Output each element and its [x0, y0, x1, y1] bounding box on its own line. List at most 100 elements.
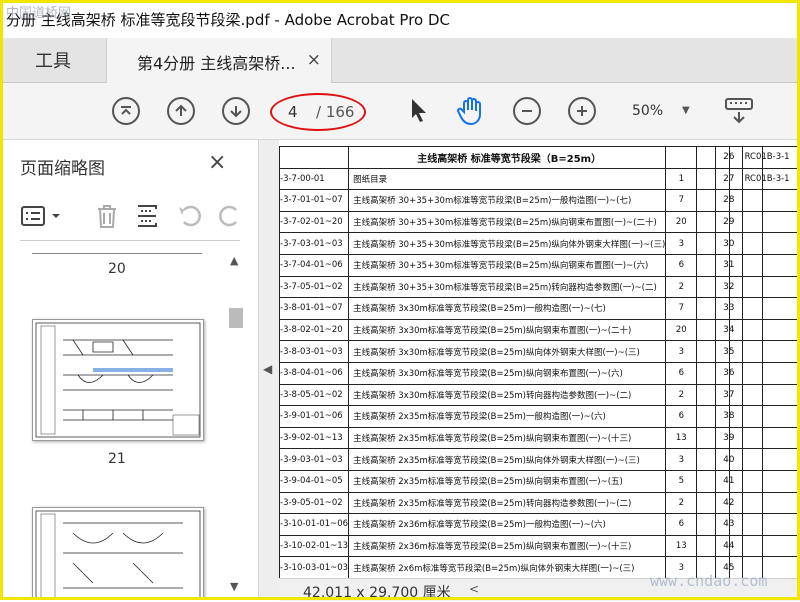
panel-splitter[interactable]: ◀ — [259, 140, 279, 600]
row-sheet-count: 6 — [665, 361, 698, 385]
row-code: -3-8-02-01~20 — [279, 318, 350, 342]
next-page-button[interactable] — [220, 95, 252, 127]
row-number: 39 — [715, 426, 743, 450]
table-row: -3-7-02-01~20 主线高架桥 30+35+30m标准等宽节段梁(B=25… — [279, 210, 764, 234]
collapse-panel-icon[interactable]: ◀ — [263, 362, 272, 376]
page-dimensions: 42.011 x 29.700 厘米 — [303, 585, 451, 601]
row-title: 主线高架桥 2x6m标准等宽节段梁(B=25m)纵向体外钢束大样图(一)~(三) — [348, 556, 667, 578]
drawing-preview-image — [35, 322, 201, 438]
title-bar: 分册 主线高架桥 标准等宽段节段梁.pdf - Adobe Acrobat Pr… — [0, 0, 800, 38]
scroll-down-icon[interactable]: ▼ — [230, 580, 238, 593]
table-row: -3-7-05-01~02 主线高架桥 30+35+30m标准等宽节段梁(B=25… — [279, 275, 764, 299]
tab-document[interactable]: 第4分册 主线高架桥... × — [106, 38, 332, 83]
thumbnails-panel: 页面缩略图 × 20 21 ▲ ▼ — [0, 140, 259, 600]
row-code: -3-10-01-01~06 — [279, 513, 350, 536]
row-code: -3-9-04-01~05 — [279, 469, 350, 493]
page-thumbnail-22[interactable] — [32, 507, 204, 600]
window-title: 分册 主线高架桥 标准等宽段节段梁.pdf - Adobe Acrobat Pr… — [6, 11, 451, 29]
table-row: 30 — [715, 232, 800, 255]
zoom-in-button[interactable] — [566, 95, 598, 127]
table-row: -3-8-05-01~02 主线高架桥 3x30m标准等宽节段梁(B=25m)转向… — [279, 383, 764, 407]
row-code — [741, 210, 800, 234]
row-number: 30 — [715, 232, 743, 255]
row-code: -3-8-05-01~02 — [279, 383, 350, 407]
scroll-left-icon[interactable]: < — [469, 582, 479, 596]
current-page-input[interactable]: 4 — [288, 103, 298, 121]
row-sheet-count: 3 — [665, 448, 698, 471]
row-sheet-count: 20 — [665, 210, 698, 234]
table-row: 29 — [715, 210, 800, 234]
row-code: -3-10-02-01~13 — [279, 534, 350, 558]
table-row: 42 — [715, 491, 800, 515]
row-title: 图纸目录 — [348, 167, 667, 191]
previous-page-button[interactable] — [165, 95, 197, 127]
row-title: 主线高架桥 30+35+30m标准等宽节段梁(B=25m)纵向体外钢束大样图(一… — [348, 232, 667, 255]
close-tab-icon[interactable]: × — [307, 50, 321, 70]
row-number: 36 — [715, 361, 743, 385]
chevron-down-icon[interactable]: ▼ — [682, 105, 690, 116]
row-title: 主线高架桥 2x35m标准等宽节段梁(B=25m)纵向钢束布置图(一)~(十三) — [348, 426, 667, 450]
row-sheet-count: 13 — [665, 534, 698, 558]
trash-icon[interactable] — [94, 202, 120, 230]
select-tool-button[interactable] — [404, 95, 436, 127]
row-sheet-count: 1 — [665, 167, 698, 191]
row-number: 31 — [715, 253, 743, 277]
table-header-row: 主线高架桥 标准等宽节段梁（B=25m） — [279, 146, 764, 169]
thumbnail-scrollbar[interactable]: ▲ ▼ — [228, 252, 244, 597]
page-number-field[interactable]: 4 / 166 — [270, 93, 366, 131]
row-code — [741, 513, 800, 536]
drawing-index-table-right: 26 RC01B-3-1 27 RC01B-3-1 28 29 30 31 32 33 34 35 36… — [715, 146, 800, 578]
row-code: -3-7-01-01~07 — [279, 189, 350, 212]
scrollbar-thumb[interactable] — [229, 308, 243, 328]
row-code — [741, 340, 800, 363]
row-sheet-count: 6 — [665, 405, 698, 428]
row-code — [741, 275, 800, 299]
zoom-out-button[interactable] — [511, 95, 543, 127]
row-sheet-count: 7 — [665, 297, 698, 320]
thumbnail-list: 20 21 — [0, 241, 226, 600]
row-sheet-count: 2 — [665, 275, 698, 299]
row-number: 35 — [715, 340, 743, 363]
row-code: -3-9-03-01~03 — [279, 448, 350, 471]
previous-page-edge — [32, 253, 202, 254]
options-menu-icon[interactable] — [20, 204, 64, 228]
row-code: -3-7-02-01~20 — [279, 210, 350, 234]
tab-tools[interactable]: 工具 — [0, 38, 106, 82]
hand-tool-button[interactable] — [455, 95, 487, 127]
row-sheet-count: 6 — [665, 513, 698, 536]
table-row: 27 RC01B-3-1 — [715, 167, 800, 191]
row-code — [741, 318, 800, 342]
row-code — [741, 189, 800, 212]
row-code: -3-9-02-01~13 — [279, 426, 350, 450]
row-code — [741, 383, 800, 407]
row-number: 41 — [715, 469, 743, 493]
table-row: 39 — [715, 426, 800, 450]
scroll-up-icon[interactable]: ▲ — [230, 254, 238, 267]
keyboard-scroll-button[interactable] — [724, 95, 756, 127]
table-row: -3-10-01-01~06 主线高架桥 2x36m标准等宽节段梁(B=25m)一… — [279, 513, 764, 536]
arrow-up-icon — [167, 97, 195, 125]
row-code: -3-8-01-01~07 — [279, 297, 350, 320]
keyboard-icon — [725, 98, 753, 124]
page-thumbnail-21[interactable] — [32, 319, 204, 441]
row-code: -3-7-00-01 — [279, 167, 350, 191]
rotate-left-icon[interactable] — [176, 202, 204, 230]
total-pages-label: / 166 — [316, 103, 355, 121]
document-view[interactable]: 主线高架桥 标准等宽节段梁（B=25m） -3-7-00-01 图纸目录 1 -3-7… — [279, 140, 800, 578]
row-sheet-count: 20 — [665, 318, 698, 342]
zoom-level[interactable]: 50% — [632, 103, 663, 119]
first-page-button[interactable] — [110, 95, 142, 127]
table-row: -3-9-04-01~05 主线高架桥 2x35m标准等宽节段梁(B=25m)纵向… — [279, 469, 764, 493]
drawing-preview-image — [35, 510, 201, 600]
table-title: 主线高架桥 标准等宽节段梁（B=25m） — [348, 146, 667, 169]
table-row: -3-9-05-01~02 主线高架桥 2x35m标准等宽节段梁(B=25m)转向… — [279, 491, 764, 515]
row-title: 主线高架桥 3x30m标准等宽节段梁(B=25m)一般构造图(一)~(七) — [348, 297, 667, 320]
row-number: 28 — [715, 189, 743, 212]
table-row: -3-7-03-01~03 主线高架桥 30+35+30m标准等宽节段梁(B=25… — [279, 232, 764, 255]
extract-pages-icon[interactable] — [134, 202, 160, 230]
rotate-right-icon[interactable] — [216, 202, 244, 230]
row-title: 主线高架桥 3x30m标准等宽节段梁(B=25m)转向器构造参数图(一)~(二) — [348, 383, 667, 407]
row-code — [741, 297, 800, 320]
row-number: 42 — [715, 491, 743, 515]
close-panel-icon[interactable]: × — [208, 150, 226, 175]
